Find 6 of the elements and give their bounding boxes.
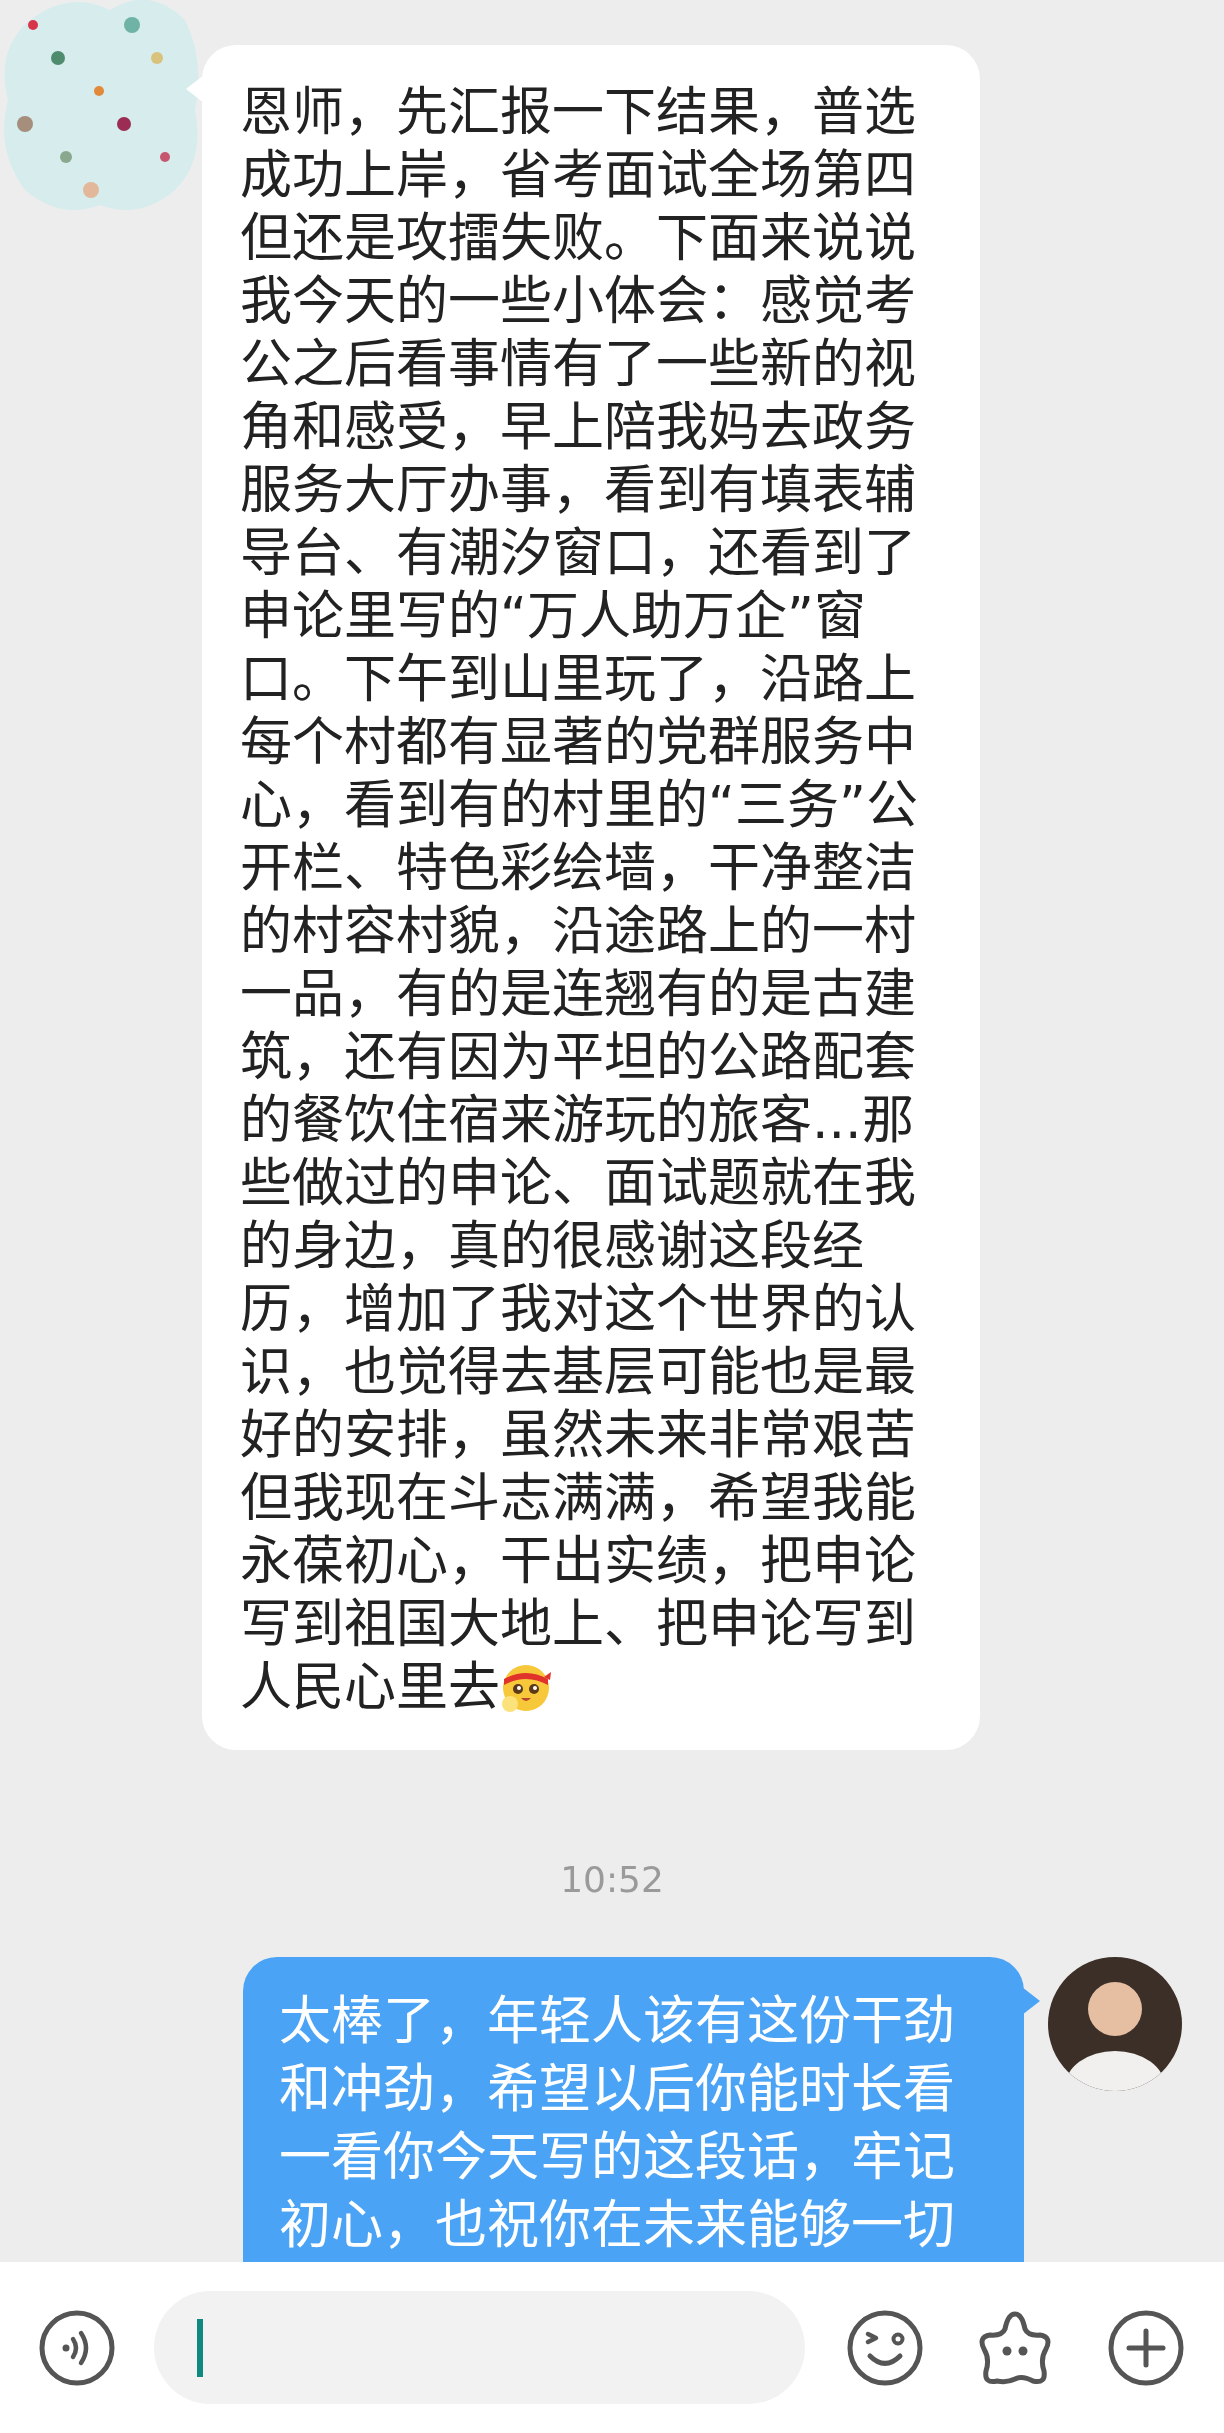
emoji-icon[interactable] [846,2308,924,2387]
voice-icon[interactable] [38,2308,116,2387]
message-text: 太棒了，年轻人该有这份干劲和冲劲，希望以后你能时长看一看你今天写的这段话，牢记初心，也祝你在未来能够一切 [279,1991,955,2255]
add-icon[interactable] [1107,2308,1185,2387]
message-text: 恩师，先汇报一下结果，普选成功上岸，省考面试全场第四但还是攻擂失败。下面来说说我今天的一些小体会：感觉考公之后看事情有了一些新的视角和感受，早上陪我妈去政务服务大厅办事，看到有填表辅导台、有潮汐窗口，还看到了申论里写的“万人助万企”窗口。下午到山里玩了，沿路上每个村都有显著的党群服务中心，看到有的村里的“三务”公开栏、特色彩绘墙，干净整洁的村容村貌，沿途路上的一村一品，有的是连翘有的是古建筑，还有因为平坦的公路配套的餐饮住宿来游玩的旅客...那些做过的申论、面试题就在我的身边，真的很感谢这段经历，增加了我对这个世界的认识，也觉得去基层可能也是最好的安排，虽然未来非常艰苦但我现在斗志满满，希望我能永葆初心，干出实绩，把申论写到祖国大地上、把申论写到人民心里去 [240,82,918,1717]
timestamp: 10:52 [560,1859,664,1900]
